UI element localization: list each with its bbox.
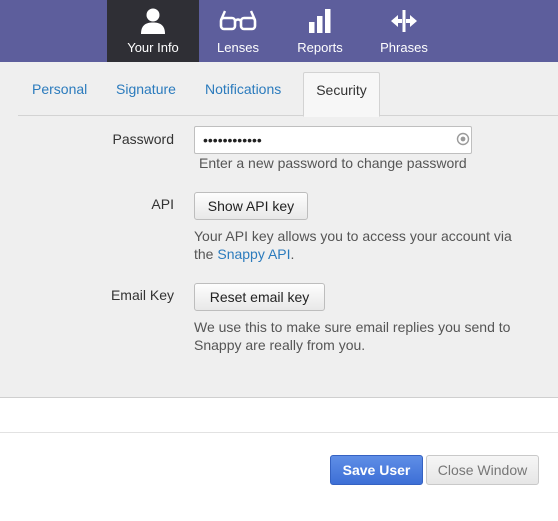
api-hint-line2: the Snappy API. [194,245,534,263]
api-hint-period: . [290,246,295,262]
person-icon [141,8,165,34]
snappy-api-link[interactable]: Snappy API [217,246,290,262]
tab-notifications[interactable]: Notifications [205,72,281,116]
tab-bar: Personal Signature Notifications Securit… [18,72,558,117]
nav-item-your-info[interactable]: Your Info [107,0,199,62]
footer-divider [0,432,558,433]
settings-panel: Personal Signature Notifications Securit… [0,62,558,398]
nav-item-label: Reports [297,40,343,55]
nav-item-phrases[interactable]: Phrases [358,0,450,62]
password-input[interactable] [194,126,472,154]
password-hint: Enter a new password to change password [199,155,467,171]
nav-item-lenses[interactable]: Lenses [192,0,284,62]
email-key-hint-line2: Snappy are really from you. [194,337,366,353]
nav-item-label: Your Info [127,40,179,55]
tab-signature[interactable]: Signature [116,72,176,116]
save-user-button[interactable]: Save User [330,455,423,485]
api-hint: Your API key allows you to access your a… [194,227,534,263]
top-nav: Your Info Lenses Reports Phrases [0,0,558,62]
tab-personal[interactable]: Personal [32,72,87,116]
nav-item-label: Lenses [217,40,259,55]
close-window-button[interactable]: Close Window [426,455,539,485]
bar-chart-icon [309,9,331,33]
api-hint-the: the [194,246,214,262]
glasses-icon [219,10,257,31]
nav-item-reports[interactable]: Reports [274,0,366,62]
reset-email-key-button[interactable]: Reset email key [194,283,325,311]
password-reveal-icon[interactable] [456,132,470,146]
password-label: Password [112,131,174,147]
nav-item-label: Phrases [380,40,428,55]
email-key-hint-line1: We use this to make sure email replies y… [194,319,511,335]
email-key-hint: We use this to make sure email replies y… [194,318,544,354]
tab-security[interactable]: Security [303,72,380,117]
email-key-label: Email Key [110,287,174,303]
arrows-horizontal-icon [391,10,417,32]
api-label: API [151,196,174,212]
show-api-key-button[interactable]: Show API key [194,192,308,220]
api-hint-line1: Your API key allows you to access your a… [194,228,512,244]
